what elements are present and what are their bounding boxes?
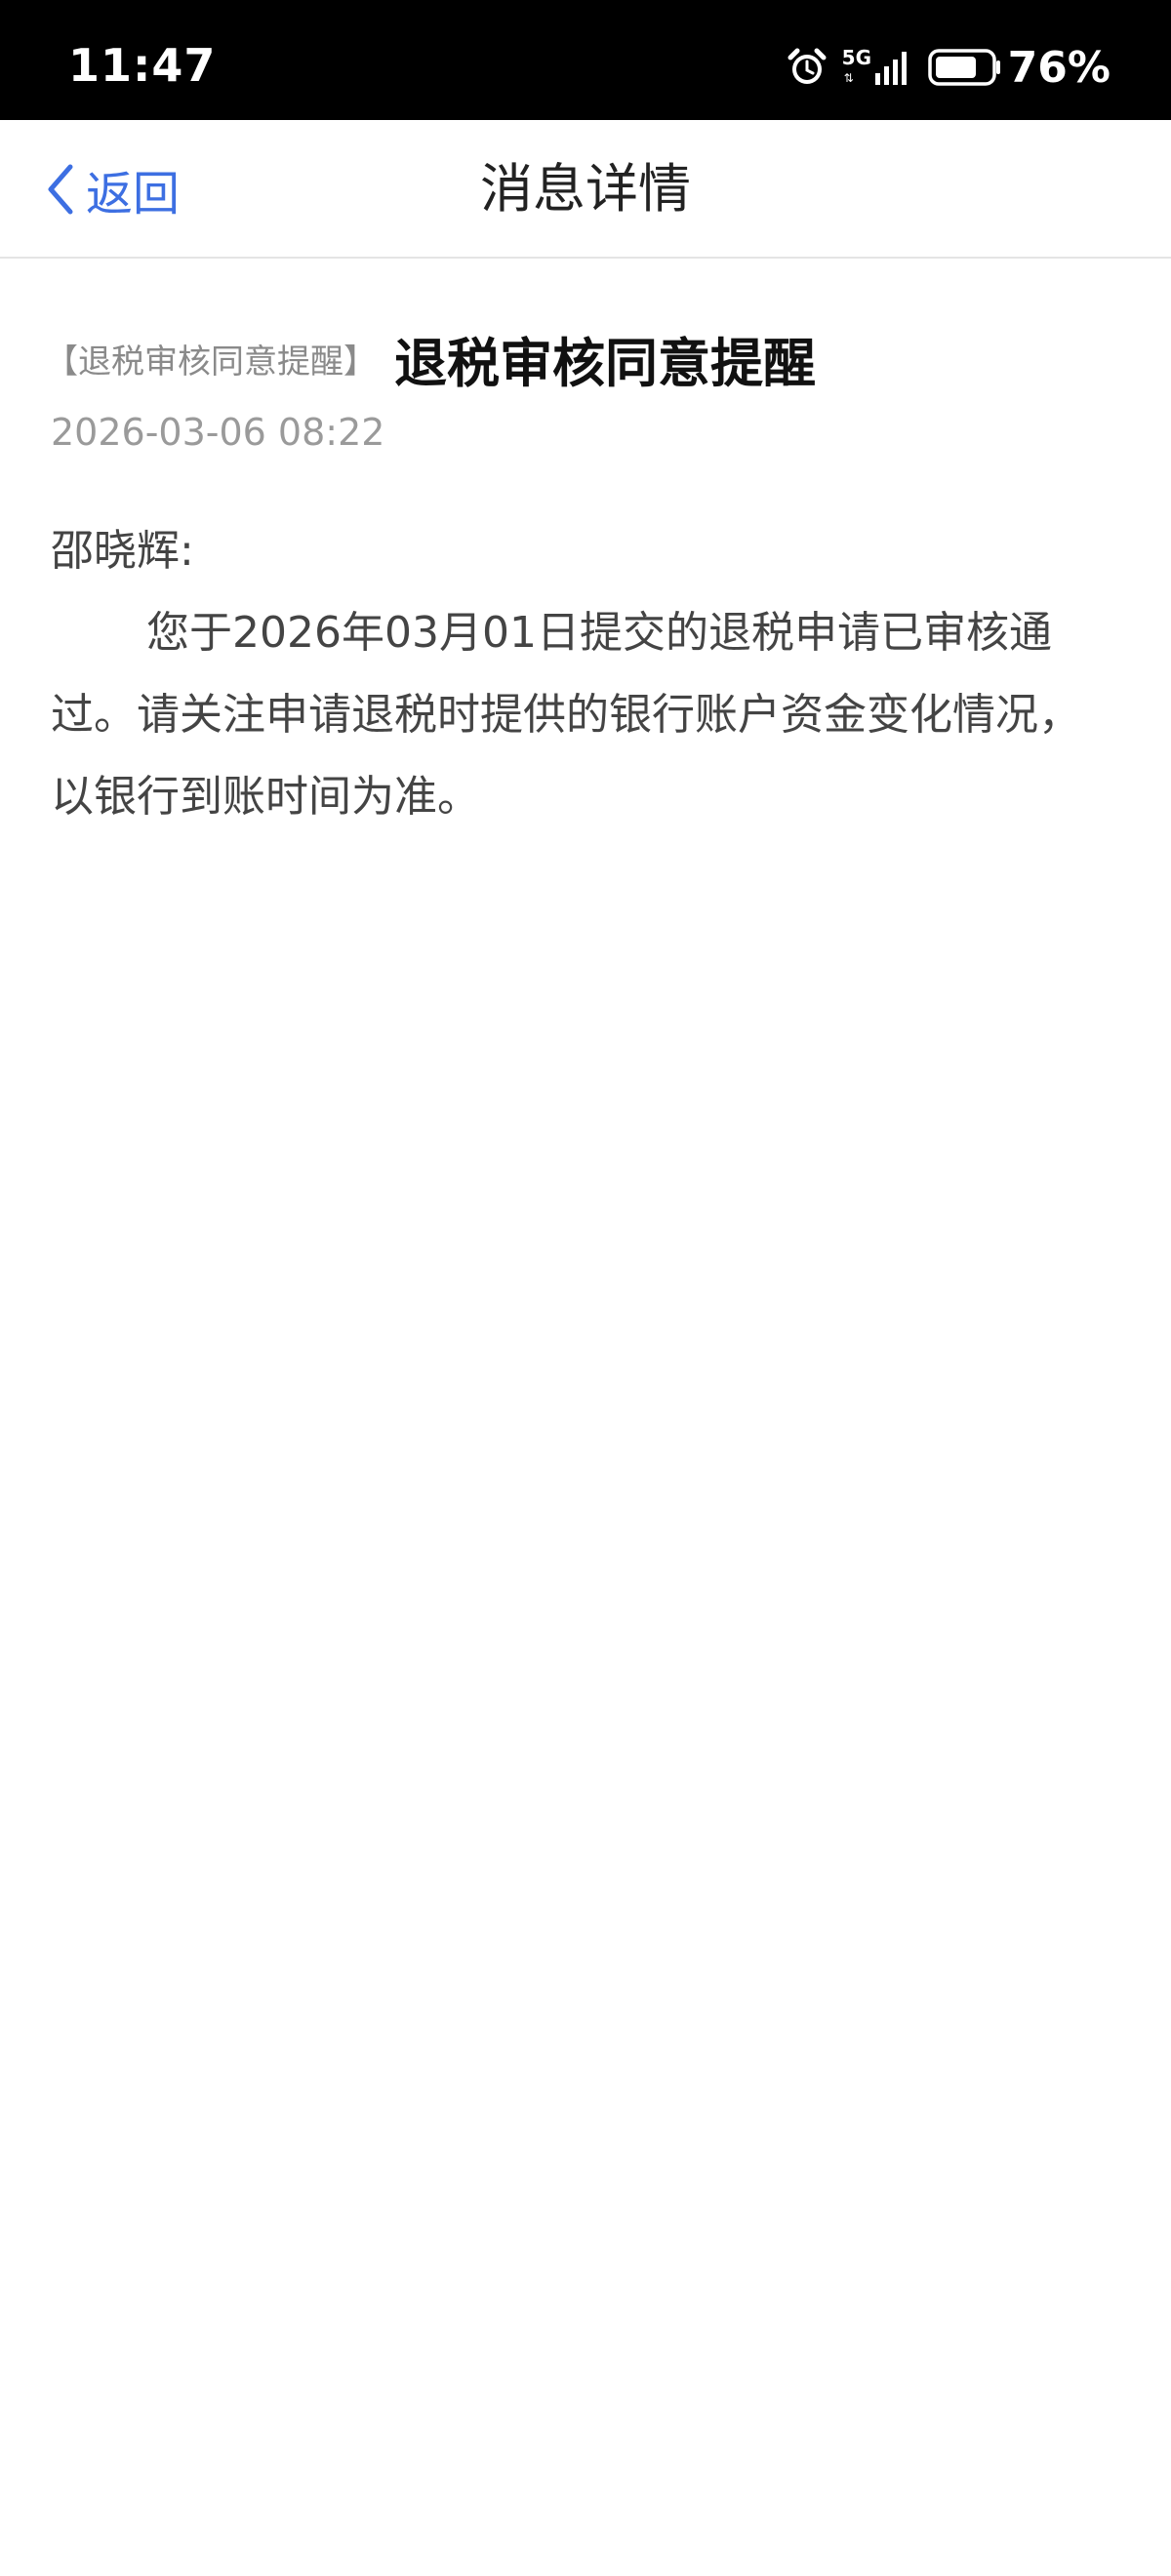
page-title: 消息详情	[480, 158, 691, 220]
data-arrows-icon: ⇅	[843, 71, 854, 85]
network-indicator: 5G ⇅	[841, 46, 872, 89]
message-content: 【退税审核同意提醒】 退税审核同意提醒 2026-03-06 08:22 邵晓辉…	[45, 259, 1124, 838]
message-detail-screen: 11:47 5G ⇅ 76% 返回 消息详情 【退税审核同意提醒】 退税审核同意…	[0, 0, 1171, 2576]
battery-icon	[927, 49, 1000, 86]
message-timestamp: 2026-03-06 08:22	[51, 411, 385, 454]
message-tag: 【退税审核同意提醒】	[45, 342, 377, 382]
message-headline: 【退税审核同意提醒】 退税审核同意提醒	[45, 319, 1124, 397]
status-icons: 5G ⇅ 76%	[786, 42, 1110, 93]
battery-percent: 76%	[1007, 42, 1110, 93]
alarm-icon	[787, 48, 827, 84]
status-time: 11:47	[68, 39, 217, 92]
nav-bar: 返回 消息详情	[0, 120, 1171, 259]
status-bar: 11:47 5G ⇅ 76%	[0, 0, 1171, 120]
message-body: 您于2026年03月01日提交的退税申请已审核通过。请关注申请退税时提供的银行账…	[51, 608, 1081, 822]
message-greeting: 邵晓辉:	[51, 526, 194, 576]
message-title: 退税审核同意提醒	[394, 332, 816, 394]
network-type: 5G	[841, 46, 872, 69]
battery-fill	[935, 57, 976, 78]
signal-icon	[874, 52, 907, 85]
